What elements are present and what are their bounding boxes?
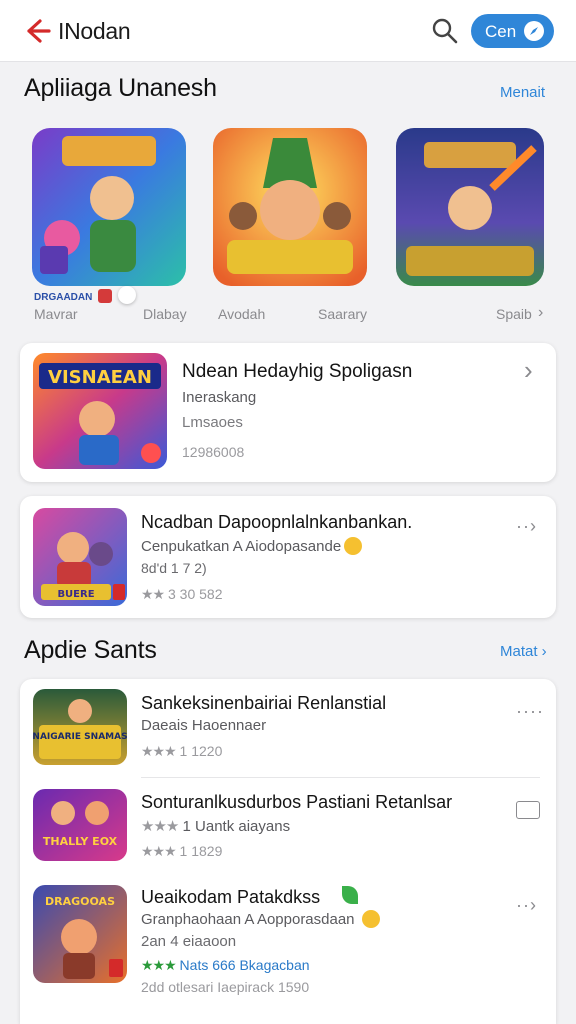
list-icon-text-2: THALLY EOX [43, 835, 118, 848]
promo-subtitle: Cenpukatkan A Aiodopasande [141, 538, 342, 555]
list-item-stars-1: ★★★ [141, 743, 177, 759]
highlight-card[interactable]: VISNAEAN Ndean Hedayhig Spoligasn Ineras… [20, 343, 556, 482]
list-item-stars-2: ★★★ [141, 843, 177, 859]
header-action-label: Cen [485, 22, 517, 41]
list-item-rating-3: ★★★ Nats 666 Bkagacban [141, 957, 310, 974]
featured-app-icon-2[interactable] [213, 128, 367, 286]
app-header: INodan Cen [0, 0, 576, 62]
list-item-subtitle-text-2: 1 Uantk aiayans [182, 818, 291, 835]
highlight-app-icon: VISNAEAN [33, 353, 167, 469]
list-item-stars-3: ★★★ [141, 957, 177, 973]
leaf-icon [342, 886, 358, 904]
featured-item-label-3: Avodah [218, 306, 266, 322]
header-action-button[interactable]: Cen [471, 14, 554, 48]
promo-rating: 3 30 582 [168, 586, 223, 602]
compass-icon [524, 21, 544, 41]
featured-see-all-link[interactable]: Menait [500, 84, 545, 101]
section2-title: Apdie Sants [24, 636, 157, 664]
section2-see-all-link[interactable]: Matat › [500, 643, 547, 660]
list-item-meta-3: 2dd otlesari Iaepirack 1590 [141, 979, 310, 995]
list-app-icon-2[interactable]: THALLY EOX [33, 789, 127, 861]
section2-list: NAIGARIE SNAMAS Sankeksinenbairiai Renla… [20, 679, 556, 1024]
section2-see-all-label: Matat [500, 643, 538, 660]
search-icon[interactable] [430, 16, 460, 46]
featured-app-icon-3[interactable] [396, 128, 544, 286]
list-item-rating-2: ★★★ 1 1829 [141, 843, 222, 860]
featured-item-label-5: Spaib [496, 306, 532, 322]
featured-app-icon-1[interactable] [32, 128, 186, 286]
list-item-line3-3: 2an 4 eiaaoon [141, 933, 237, 950]
list-item-rating-value-2: 1 1829 [179, 843, 223, 859]
chevron-right-icon[interactable]: › [538, 304, 543, 322]
featured-badge-label: DRGAADAN [34, 292, 93, 303]
featured-item-label-1: Mavrar [34, 306, 78, 322]
list-item-more-icon-1[interactable]: ···· [516, 701, 544, 722]
list-item-subtitle-1: Daeais Haoennaer [141, 717, 267, 734]
promo-icon-text: BUERE [57, 589, 94, 600]
list-app-icon-1[interactable]: NAIGARIE SNAMAS [33, 689, 127, 765]
list-item-rating-value-1: 1 1220 [179, 743, 223, 759]
list-item-title-3: Ueaikodam Patakdkss [141, 887, 321, 907]
emoji-face-icon [344, 537, 362, 555]
promo-rating-row: ★★ 3 30 582 [141, 586, 223, 603]
list-item-action-icon-2[interactable] [516, 801, 540, 819]
list-item-title-2: Sonturanlkusdurbos Pastiani Retanlsar [141, 792, 453, 812]
promo-title: Ncadban Dapoopnlalnkanbankan. [141, 512, 413, 532]
featured-item-label-4: Saarary [318, 306, 368, 322]
featured-badge-mark [98, 289, 112, 303]
featured-section-title: Apliiaga Unanesh [24, 74, 217, 102]
highlight-chevron-icon[interactable]: › [524, 355, 533, 386]
highlight-icon-text: VISNAEAN [48, 367, 152, 388]
promo-more-icon[interactable]: ··› [516, 516, 537, 537]
promo-app-icon: BUERE [33, 508, 127, 606]
highlight-title: Ndean Hedayhig Spoligasn [182, 361, 413, 382]
promo-stars: ★★ [141, 586, 165, 602]
header-title: INodan [58, 18, 131, 44]
promo-card[interactable]: BUERE Ncadban Dapoopnlalnkanbankan. Cenp… [20, 496, 556, 618]
back-arrow-icon[interactable] [22, 16, 52, 46]
highlight-line2: Lmsaoes [182, 414, 243, 431]
list-item-highlight-text-3: Nats 666 Bkagacban [179, 957, 310, 973]
list-icon-text-3: DRAGOOAS [45, 895, 115, 908]
list-item-subtitle-2: ★★★ 1 Uantk aiayans [141, 817, 290, 835]
list-item-rating-1: ★★★ 1 1220 [141, 743, 222, 760]
highlight-subtitle: Ineraskang [182, 389, 257, 406]
featured-item-label-2: Dlabay [143, 306, 187, 322]
featured-badge-toggle[interactable] [118, 286, 136, 304]
list-app-icon-3[interactable]: DRAGOOAS [33, 885, 127, 983]
list-item-more-icon-3[interactable]: ··› [516, 895, 537, 916]
highlight-meta: 12986008 [182, 444, 245, 460]
promo-meta: 8d'd 1 7 2) [141, 560, 207, 576]
list-item-title-1: Sankeksinenbairiai Renlanstial [141, 693, 387, 713]
list-item-subtitle-3: Granphaohaan A Aopporasdaan [141, 911, 355, 928]
list-divider [141, 777, 540, 778]
list-item-substars-2: ★★★ [141, 818, 179, 835]
list-icon-text-1: NAIGARIE SNAMAS [33, 732, 127, 742]
emoji-face-icon [362, 910, 380, 928]
